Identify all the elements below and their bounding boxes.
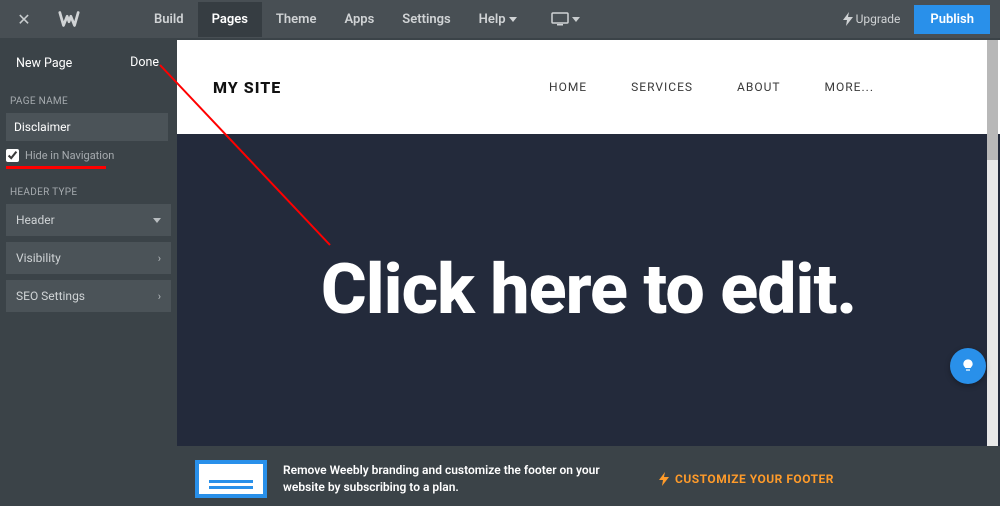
help-fab[interactable] [950,348,986,384]
chevron-down-icon [509,17,517,22]
footer-thumbnail-icon [195,460,267,498]
lightbulb-icon [960,358,976,374]
page-name-input[interactable] [6,113,168,141]
weebly-logo-icon[interactable] [58,8,80,30]
hero-placeholder-text[interactable]: Click here to edit. [321,249,856,331]
customize-footer-button[interactable]: CUSTOMIZE YOUR FOOTER [659,472,834,486]
page-name-label: PAGE NAME [0,88,177,113]
nav-pages[interactable]: Pages [198,2,262,37]
hide-in-navigation-checkbox[interactable] [6,149,19,162]
chevron-down-icon [153,214,161,227]
canvas: MY SITE HOME SERVICES ABOUT MORE... Clic… [177,38,1000,506]
chevron-right-icon: › [158,290,161,303]
chevron-down-icon [572,17,580,22]
site-nav-more[interactable]: MORE... [825,80,874,94]
nav-theme[interactable]: Theme [262,2,331,37]
preview-scrollbar[interactable] [987,40,998,446]
footer-upsell-banner: Remove Weebly branding and customize the… [177,452,1000,506]
sidebar: New Page Done PAGE NAME Hide in Navigati… [0,38,177,506]
done-button[interactable]: Done [122,52,167,74]
top-bar: ✕ Build Pages Theme Apps Settings Help U… [0,0,1000,38]
lightning-icon [659,472,669,486]
site-nav-home[interactable]: HOME [549,80,587,94]
hero-section[interactable]: Click here to edit. [177,134,1000,446]
site-preview: MY SITE HOME SERVICES ABOUT MORE... Clic… [177,40,1000,446]
footer-upsell-text: Remove Weebly branding and customize the… [283,462,623,496]
header-type-label: HEADER TYPE [0,179,177,204]
header-type-select[interactable]: Header [6,204,171,236]
site-nav-about[interactable]: ABOUT [737,80,781,94]
top-nav: Build Pages Theme Apps Settings Help [140,2,531,37]
site-title[interactable]: MY SITE [213,78,281,97]
device-preview-button[interactable] [551,12,580,26]
site-nav-services[interactable]: SERVICES [631,80,693,94]
upgrade-link[interactable]: Upgrade [843,12,901,26]
nav-apps[interactable]: Apps [330,2,388,37]
lightning-icon [843,12,853,26]
hide-in-navigation-label: Hide in Navigation [25,149,114,162]
publish-button[interactable]: Publish [914,5,990,34]
annotation-underline [6,166,106,169]
nav-help[interactable]: Help [465,2,531,37]
close-icon[interactable]: ✕ [10,10,38,29]
site-header: MY SITE HOME SERVICES ABOUT MORE... [177,40,1000,134]
new-page-button[interactable]: New Page [16,56,72,71]
chevron-right-icon: › [158,252,161,265]
nav-settings[interactable]: Settings [388,2,464,37]
nav-build[interactable]: Build [140,2,198,37]
visibility-row[interactable]: Visibility › [6,242,171,274]
site-nav: HOME SERVICES ABOUT MORE... [549,80,874,94]
scrollbar-thumb[interactable] [987,40,998,160]
seo-settings-row[interactable]: SEO Settings › [6,280,171,312]
hide-in-navigation-row[interactable]: Hide in Navigation [0,149,177,166]
